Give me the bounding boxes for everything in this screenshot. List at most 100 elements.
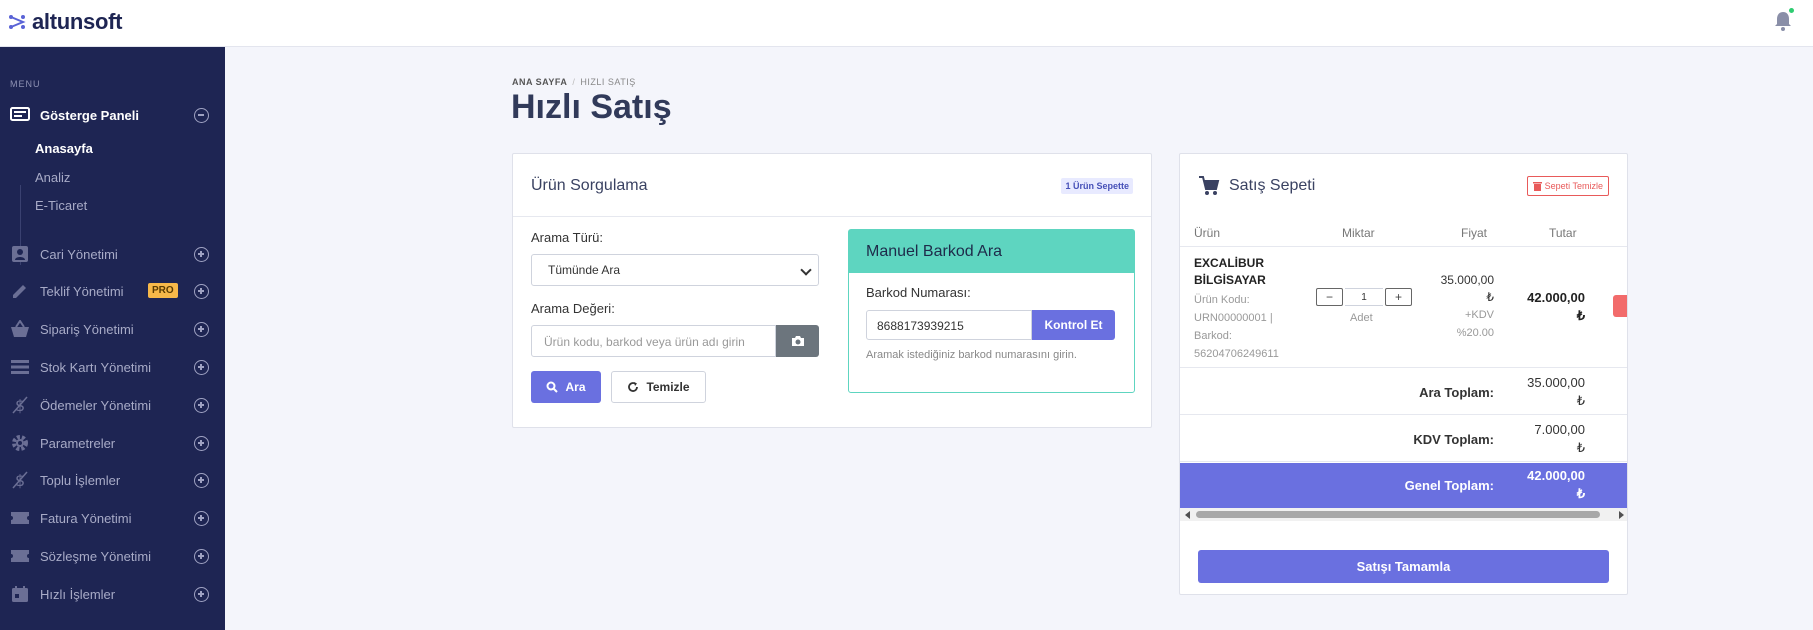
sidebar-item-dashboard[interactable]: Gösterge Paneli bbox=[0, 98, 225, 132]
camera-button[interactable] bbox=[776, 325, 819, 357]
expand-icon[interactable] bbox=[194, 283, 209, 299]
expand-icon[interactable] bbox=[194, 246, 209, 262]
expand-icon[interactable] bbox=[194, 321, 209, 337]
logo-icon bbox=[9, 15, 26, 29]
clear-button-label: Temizle bbox=[646, 380, 690, 394]
contacts-icon bbox=[10, 244, 30, 264]
expand-icon[interactable] bbox=[194, 472, 209, 488]
table-row: EXCALİBUR BİLGİSAYAR Ürün Kodu: URN00000… bbox=[1180, 248, 1627, 368]
complete-sale-button[interactable]: Satışı Tamamla bbox=[1198, 550, 1609, 583]
calendar-icon bbox=[10, 584, 30, 604]
search-button[interactable]: Ara bbox=[531, 371, 601, 403]
kdv-total-row: KDV Toplam: 7.000,00 ₺ bbox=[1180, 416, 1627, 462]
grand-total-label: Genel Toplam: bbox=[1404, 478, 1494, 493]
sidebar-item-label: Stok Kartı Yönetimi bbox=[40, 359, 152, 375]
sidebar-item-label: Teklif Yönetimi bbox=[40, 283, 124, 299]
gear-icon bbox=[10, 433, 30, 453]
breadcrumb-current: HIZLI SATIŞ bbox=[580, 77, 636, 87]
grand-total-row: Genel Toplam: 42.000,00 ₺ bbox=[1180, 463, 1627, 508]
breadcrumb-home[interactable]: ANA SAYFA bbox=[512, 77, 567, 87]
list-icon bbox=[10, 357, 30, 377]
pro-badge: PRO bbox=[148, 283, 178, 298]
trash-icon bbox=[1532, 181, 1542, 191]
sidebar-item-sozlesme[interactable]: Sözleşme Yönetimi bbox=[0, 539, 225, 573]
pencil-icon bbox=[10, 281, 30, 301]
search-type-select[interactable]: Tümünde Ara bbox=[531, 254, 819, 286]
basket-icon bbox=[10, 319, 30, 339]
logo[interactable]: altunsoft bbox=[8, 9, 122, 35]
cart-title: Satış Sepeti bbox=[1229, 177, 1316, 194]
search-button-label: Ara bbox=[565, 380, 586, 394]
collapse-icon[interactable] bbox=[194, 107, 209, 123]
chevron-down-icon bbox=[800, 264, 812, 276]
sidebar-item-label: Parametreler bbox=[40, 435, 116, 451]
sidebar-subitem-eticaret[interactable]: E-Ticaret bbox=[35, 198, 87, 213]
quantity-input[interactable]: 1 bbox=[1345, 288, 1383, 306]
sidebar-item-toplu[interactable]: $ Toplu İşlemler bbox=[0, 463, 225, 497]
sidebar-item-fatura[interactable]: Fatura Yönetimi bbox=[0, 501, 225, 535]
dashboard-icon bbox=[10, 105, 30, 125]
expand-icon[interactable] bbox=[194, 359, 209, 375]
sidebar-item-label: Gösterge Paneli bbox=[40, 107, 139, 123]
product-query-card: Ürün Sorgulama 1 Ürün Sepette Arama Türü… bbox=[512, 153, 1152, 428]
search-input[interactable]: Ürün kodu, barkod veya ürün adı girin bbox=[531, 325, 776, 357]
sidebar-subitem-analiz[interactable]: Analiz bbox=[35, 170, 70, 185]
horizontal-scrollbar[interactable] bbox=[1180, 508, 1627, 521]
logo-text: altunsoft bbox=[32, 9, 123, 34]
unit-price: 35.000,00 ₺ bbox=[1440, 273, 1494, 304]
expand-icon[interactable] bbox=[194, 586, 209, 602]
clear-cart-label: Sepeti Temizle bbox=[1544, 181, 1603, 191]
sidebar: MENU Gösterge Paneli Anasayfa Analiz E-T… bbox=[0, 47, 225, 630]
sidebar-item-hizli[interactable]: Hızlı İşlemler bbox=[0, 577, 225, 611]
kdv-total-value: 7.000,00 ₺ bbox=[1534, 422, 1585, 455]
sidebar-item-siparis[interactable]: Sipariş Yönetimi bbox=[0, 312, 225, 346]
remove-item-button[interactable] bbox=[1613, 295, 1627, 317]
decrease-button[interactable]: − bbox=[1316, 288, 1343, 306]
scroll-thumb[interactable] bbox=[1196, 511, 1600, 518]
search-type-label: Arama Türü: bbox=[531, 230, 604, 245]
expand-icon[interactable] bbox=[194, 435, 209, 451]
scroll-right-icon[interactable] bbox=[1619, 511, 1624, 519]
kdv-total-label: KDV Toplam: bbox=[1413, 432, 1494, 447]
cart-count-badge: 1 Ürün Sepette bbox=[1061, 178, 1133, 194]
menu-label: MENU bbox=[10, 79, 41, 89]
manual-barcode-panel: Manuel Barkod Ara Barkod Numarası: 86881… bbox=[848, 229, 1135, 393]
money-icon: $ bbox=[10, 470, 30, 490]
barcode-panel-title: Manuel Barkod Ara bbox=[866, 243, 1003, 260]
sidebar-item-odemeler[interactable]: $ Ödemeler Yönetimi bbox=[0, 388, 225, 422]
col-fiyat: Fiyat bbox=[1461, 226, 1488, 240]
col-tutar: Tutar bbox=[1549, 226, 1577, 240]
barcode-input[interactable]: 8688173939215 bbox=[866, 310, 1032, 340]
check-barcode-button[interactable]: Kontrol Et bbox=[1032, 310, 1115, 340]
col-miktar: Miktar bbox=[1342, 226, 1375, 240]
sidebar-item-label: Cari Yönetimi bbox=[40, 246, 118, 262]
sidebar-item-cari[interactable]: Cari Yönetimi bbox=[0, 237, 225, 271]
scroll-left-icon[interactable] bbox=[1185, 511, 1190, 519]
increase-button[interactable]: + bbox=[1385, 288, 1412, 306]
breadcrumb: ANA SAYFA / HIZLI SATIŞ bbox=[512, 77, 636, 87]
sales-cart-card: Satış Sepeti Sepeti Temizle Ürün Miktar … bbox=[1179, 153, 1628, 595]
barcode-label: Barkod Numarası: bbox=[866, 285, 971, 300]
page-title: Hızlı Satış bbox=[511, 88, 672, 126]
kdv-info: +KDV %20.00 bbox=[1456, 309, 1494, 339]
sidebar-item-label: Ödemeler Yönetimi bbox=[40, 397, 152, 413]
col-urun: Ürün bbox=[1194, 226, 1221, 240]
grand-total-value: 42.000,00 ₺ bbox=[1527, 468, 1585, 501]
card-title: Ürün Sorgulama bbox=[531, 177, 648, 194]
sidebar-item-teklif[interactable]: Teklif Yönetimi PRO bbox=[0, 274, 225, 308]
expand-icon[interactable] bbox=[194, 548, 209, 564]
sidebar-item-parametreler[interactable]: Parametreler bbox=[0, 426, 225, 460]
expand-icon[interactable] bbox=[194, 397, 209, 413]
sidebar-item-label: Hızlı İşlemler bbox=[40, 586, 116, 602]
line-total: 42.000,00 ₺ bbox=[1527, 290, 1585, 323]
sidebar-subitem-anasayfa[interactable]: Anasayfa bbox=[35, 141, 93, 156]
sidebar-item-stok[interactable]: Stok Kartı Yönetimi bbox=[0, 350, 225, 384]
expand-icon[interactable] bbox=[194, 510, 209, 526]
clear-cart-button[interactable]: Sepeti Temizle bbox=[1526, 176, 1609, 196]
top-bar: altunsoft bbox=[0, 0, 1813, 47]
camera-icon bbox=[791, 336, 804, 346]
clear-button[interactable]: Temizle bbox=[611, 371, 706, 403]
subtotal-label: Ara Toplam: bbox=[1419, 385, 1494, 400]
bell-icon[interactable] bbox=[1773, 10, 1793, 32]
subtotal-value: 35.000,00 ₺ bbox=[1527, 375, 1585, 408]
